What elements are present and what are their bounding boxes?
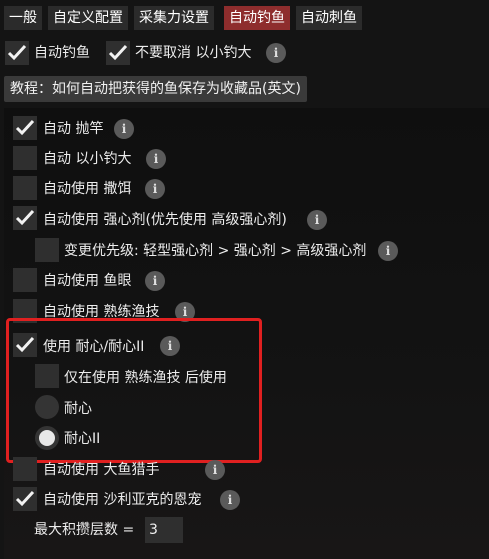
auto-fish-eyes-label: 自动使用 鱼眼 [43,273,132,289]
cordial-priority-checkbox[interactable] [35,238,59,262]
tab-auto-spearfishing[interactable]: 自动刺鱼 [296,6,362,30]
tab-bar: 一般 自定义配置 采集力设置 自动钓鱼 自动刺鱼 [0,0,489,34]
auto-cast-checkbox[interactable] [13,116,37,140]
check-icon [15,209,35,226]
info-icon[interactable]: i [145,179,165,199]
info-icon[interactable]: i [220,490,240,510]
auto-prize-catch-label: 自动使用 大鱼猎手 [43,462,160,478]
auto-mooch-label: 自动 以小钓大 [43,151,132,167]
auto-mooch-checkbox[interactable] [13,146,37,170]
auto-prize-catch-checkbox[interactable] [13,457,37,481]
auto-cordial-checkbox[interactable] [13,206,37,230]
check-icon [7,44,27,61]
auto-cordial-label: 自动使用 强心剂(优先使用 高级强心剂) [43,212,287,228]
dont-cancel-label: 不要取消 以小钓大 [135,45,252,61]
auto-fishing-checkbox[interactable] [5,41,29,65]
tab-general[interactable]: 一般 [4,6,42,30]
info-icon[interactable]: i [378,241,398,261]
max-stack-label: 最大积攒层数 = [34,522,135,538]
tutorial-button[interactable]: 教程：如何自动把获得的鱼保存为收藏品(英文) [4,76,307,102]
auto-thaliaks-favor-checkbox[interactable] [13,487,37,511]
dont-cancel-checkbox[interactable] [106,41,130,65]
check-icon [108,44,128,61]
cordial-priority-label: 变更优先级: 轻型强心剂 > 强心剂 > 高级强心剂 [64,243,367,259]
auto-chum-checkbox[interactable] [13,176,37,200]
auto-cast-label: 自动 抛竿 [43,121,104,137]
auto-thaliaks-favor-label: 自动使用 沙利亚克的恩宠 [43,492,202,508]
auto-chum-label: 自动使用 撒饵 [43,181,132,197]
tab-custom-config[interactable]: 自定义配置 [48,6,128,30]
check-icon [15,490,35,507]
info-icon[interactable]: i [146,149,166,169]
info-icon[interactable]: i [114,119,134,139]
check-icon [15,119,35,136]
tab-gathering[interactable]: 采集力设置 [134,6,214,30]
tab-auto-fishing[interactable]: 自动钓鱼 [224,6,290,30]
max-stack-input[interactable]: 3 [145,517,183,543]
auto-fishing-label: 自动钓鱼 [34,45,90,61]
info-icon[interactable]: i [266,43,286,63]
auto-fish-eyes-checkbox[interactable] [13,268,37,292]
info-icon[interactable]: i [145,271,165,291]
highlight-box [6,318,262,463]
info-icon[interactable]: i [205,460,225,480]
info-icon[interactable]: i [307,210,327,230]
